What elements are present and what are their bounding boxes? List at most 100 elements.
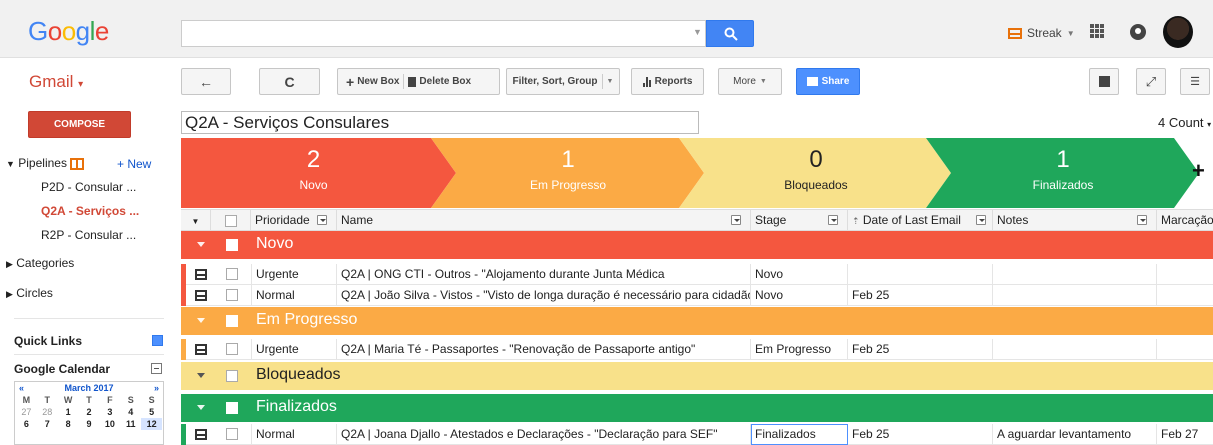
cell-notes[interactable]: A aguardar levantamento [993, 424, 1157, 445]
calendar-day[interactable]: 5 [141, 406, 162, 418]
cell-stage[interactable]: Novo [751, 264, 848, 285]
cell-notes[interactable] [993, 264, 1157, 285]
pipelines-toggle[interactable]: ▼ Pipelines [6, 156, 84, 170]
google-calendar-label[interactable]: Google Calendar [14, 362, 110, 376]
cell-marcacao[interactable] [1157, 264, 1213, 285]
checkbox[interactable] [225, 214, 237, 227]
streak-menu[interactable]: Streak ▼ [1008, 26, 1075, 40]
refresh-button[interactable]: C [259, 68, 320, 95]
column-menu-icon[interactable] [1137, 215, 1147, 225]
categories-toggle[interactable]: ▶ Categories [6, 256, 74, 270]
cell-stage[interactable]: Novo [751, 285, 848, 306]
calendar-day[interactable]: 2 [79, 406, 100, 418]
calendar-day[interactable]: 4 [120, 406, 141, 418]
cell-priority[interactable]: Urgente [251, 264, 337, 285]
chart-view-button[interactable] [1089, 68, 1119, 95]
cell-notes[interactable] [993, 339, 1157, 360]
calendar-day-today[interactable]: 12 [141, 418, 162, 430]
cell-name[interactable]: Q2A | Maria Té - Passaportes - "Renovaçã… [337, 339, 751, 360]
group-checkbox[interactable] [226, 402, 238, 414]
table-row[interactable]: Normal Q2A | Joana Djallo - Atestados e … [181, 424, 1213, 445]
calendar-day[interactable]: 9 [79, 418, 100, 430]
collapse-caret-icon[interactable] [197, 405, 205, 410]
column-date-last-email[interactable]: ⇡ Date of Last Email [848, 210, 993, 231]
group-checkbox[interactable] [226, 315, 238, 327]
collapse-caret-icon[interactable] [197, 242, 205, 247]
gmail-menu[interactable]: Gmail ▾ [29, 72, 83, 92]
avatar[interactable] [1163, 16, 1193, 48]
cell-marcacao[interactable] [1157, 339, 1213, 360]
select-all-checkbox[interactable] [211, 210, 251, 231]
calendar-day[interactable]: 3 [99, 406, 120, 418]
cell-notes[interactable] [993, 285, 1157, 306]
calendar-day[interactable]: 6 [16, 418, 37, 430]
row-checkbox[interactable] [226, 428, 238, 440]
apps-grid-icon[interactable] [1090, 24, 1104, 38]
stage-finalizados[interactable]: 1 Finalizados [938, 138, 1188, 208]
table-row[interactable]: Urgente Q2A | Maria Té - Passaportes - "… [181, 339, 1213, 360]
column-notes[interactable]: Notes [993, 210, 1157, 231]
calendar-day[interactable]: 8 [58, 418, 79, 430]
calendar-prev-button[interactable]: « [19, 383, 24, 393]
split-view-button[interactable]: ☰ [1180, 68, 1210, 95]
more-button[interactable]: More ▼ [718, 68, 782, 95]
new-box-button[interactable]: + New Box [346, 74, 399, 90]
box-icon[interactable] [195, 344, 207, 355]
row-checkbox[interactable] [226, 343, 238, 355]
row-checkbox[interactable] [226, 289, 238, 301]
column-menu-icon[interactable] [317, 215, 327, 225]
group-checkbox[interactable] [226, 370, 238, 382]
cell-marcacao[interactable] [1157, 285, 1213, 306]
table-row[interactable]: Urgente Q2A | ONG CTI - Outros - "Alojam… [181, 264, 1213, 285]
notifications-icon[interactable] [1130, 24, 1146, 40]
table-row[interactable]: Normal Q2A | João Silva - Vistos - "Vist… [181, 285, 1213, 306]
cell-priority[interactable]: Normal [251, 285, 337, 306]
pipeline-item[interactable]: P2D - Consular ... [41, 180, 136, 194]
cell-stage[interactable]: Finalizados [751, 424, 848, 445]
box-icon[interactable] [195, 429, 207, 440]
select-menu-toggle[interactable]: ▼ [181, 210, 211, 231]
column-menu-icon[interactable] [731, 215, 741, 225]
stage-em-progresso[interactable]: 1 Em Progresso [443, 138, 693, 208]
count-selector[interactable]: 4 Count ▾ [1158, 115, 1211, 130]
cell-date[interactable]: Feb 25 [848, 339, 993, 360]
pipeline-item[interactable]: R2P - Consular ... [41, 228, 136, 242]
collapse-icon[interactable] [151, 363, 162, 374]
cell-priority[interactable]: Urgente [251, 339, 337, 360]
back-button[interactable]: ← [181, 68, 231, 95]
cell-date[interactable]: Feb 25 [848, 424, 993, 445]
cell-date[interactable] [848, 264, 993, 285]
collapse-caret-icon[interactable] [197, 318, 205, 323]
filter-sort-group-button[interactable]: Filter, Sort, Group ▼ [506, 68, 620, 95]
circles-toggle[interactable]: ▶ Circles [6, 286, 53, 300]
expand-button[interactable]: ⤢ [1136, 68, 1166, 95]
column-priority[interactable]: Prioridade [251, 210, 337, 231]
share-button[interactable]: Share [796, 68, 860, 95]
new-pipeline-link[interactable]: + New [117, 157, 151, 171]
compose-button[interactable]: COMPOSE [28, 111, 131, 138]
calendar-day[interactable]: 7 [37, 418, 58, 430]
pipeline-title-input[interactable]: Q2A - Serviços Consulares [181, 111, 699, 134]
box-icon[interactable] [195, 269, 207, 280]
calendar-day[interactable]: 10 [99, 418, 120, 430]
quick-links-toggle-icon[interactable] [152, 335, 163, 346]
cell-date[interactable]: Feb 25 [848, 285, 993, 306]
column-menu-icon[interactable] [976, 215, 986, 225]
row-checkbox[interactable] [226, 268, 238, 280]
stage-novo[interactable]: 2 Novo [181, 138, 446, 208]
cell-priority[interactable]: Normal [251, 424, 337, 445]
column-menu-icon[interactable] [828, 215, 838, 225]
calendar-next-button[interactable]: » [154, 383, 159, 393]
group-header-em-progresso[interactable]: Em Progresso [181, 307, 1213, 335]
group-header-novo[interactable]: Novo [181, 231, 1213, 259]
column-marcacao[interactable]: Marcação [1157, 210, 1213, 231]
box-icon[interactable] [195, 290, 207, 301]
group-header-finalizados[interactable]: Finalizados [181, 394, 1213, 422]
pipeline-item-active[interactable]: Q2A - Serviços ... [41, 204, 139, 218]
cell-name[interactable]: Q2A | Joana Djallo - Atestados e Declara… [337, 424, 751, 445]
cell-marcacao[interactable]: Feb 27 [1157, 424, 1213, 445]
column-stage[interactable]: Stage [751, 210, 848, 231]
delete-box-button[interactable]: Delete Box [408, 76, 471, 87]
calendar-day[interactable]: 11 [120, 418, 141, 430]
search-button[interactable] [706, 20, 754, 47]
